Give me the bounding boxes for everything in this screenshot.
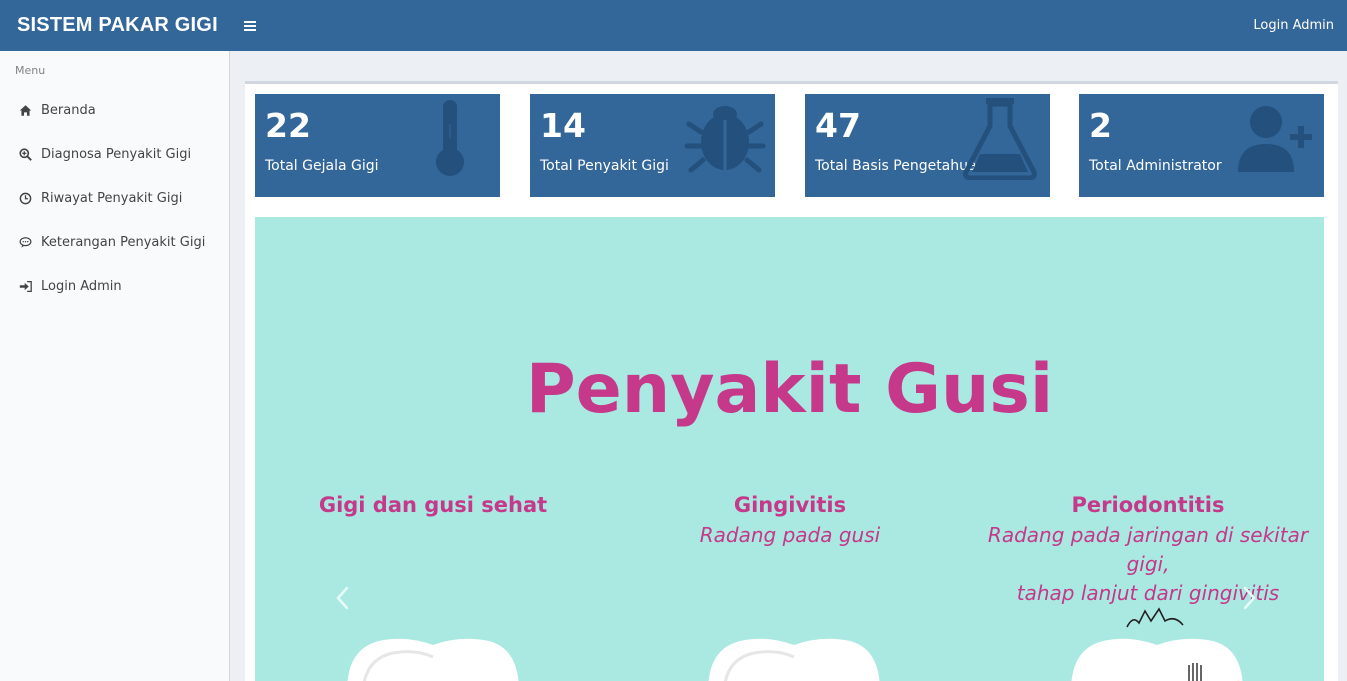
stat-box-basis-pengetahuan[interactable]: 47 Total Basis Pengetahuan bbox=[805, 94, 1050, 197]
sidebar-item-beranda[interactable]: Beranda bbox=[0, 88, 229, 132]
bug-icon bbox=[684, 106, 766, 173]
image-carousel: Penyakit Gusi Gigi dan gusi sehat Gingiv… bbox=[255, 217, 1324, 681]
sidebar-item-diagnosa[interactable]: Diagnosa Penyakit Gigi bbox=[0, 132, 229, 176]
sidebar-item-label: Beranda bbox=[41, 102, 96, 118]
sidebar: Menu Beranda Diagnosa Penyakit Gigi Riwa… bbox=[0, 51, 230, 681]
slide-column-heading: Periodontitis bbox=[1071, 493, 1225, 517]
clock-icon bbox=[18, 191, 32, 205]
stat-box-administrator[interactable]: 2 Total Administrator bbox=[1079, 94, 1324, 197]
stat-label: Total Gejala Gigi bbox=[265, 158, 379, 174]
sidebar-item-label: Login Admin bbox=[41, 278, 122, 294]
sidebar-item-login-admin[interactable]: Login Admin bbox=[0, 264, 229, 308]
slide-column-heading: Gigi dan gusi sehat bbox=[318, 493, 548, 517]
stat-value: 22 bbox=[265, 106, 311, 145]
sidebar-item-label: Diagnosa Penyakit Gigi bbox=[41, 146, 192, 162]
flask-icon bbox=[963, 98, 1037, 180]
sidebar-toggle-button[interactable] bbox=[230, 0, 270, 51]
sign-in-icon bbox=[18, 279, 32, 293]
slide-column-description: Radang pada gusi bbox=[699, 523, 881, 547]
sidebar-item-label: Keterangan Penyakit Gigi bbox=[41, 234, 206, 250]
slide-column-gingivitis: Gingivitis Radang pada gusi bbox=[670, 493, 910, 550]
header-login-link[interactable]: Login Admin bbox=[1253, 18, 1347, 33]
healthy-tooth-illustration bbox=[347, 638, 519, 681]
slide-column-heading: Gingivitis bbox=[733, 493, 847, 517]
stat-value: 14 bbox=[540, 106, 586, 145]
stat-box-gejala[interactable]: 22 Total Gejala Gigi bbox=[255, 94, 500, 197]
sidebar-item-riwayat[interactable]: Riwayat Penyakit Gigi bbox=[0, 176, 229, 220]
stat-label: Total Penyakit Gigi bbox=[540, 158, 669, 174]
periodontitis-tooth-illustration bbox=[1071, 607, 1243, 681]
sidebar-item-label: Riwayat Penyakit Gigi bbox=[41, 190, 183, 206]
sidebar-menu-header: Menu bbox=[15, 64, 46, 77]
slide-column-sehat: Gigi dan gusi sehat bbox=[315, 493, 551, 517]
sidebar-item-keterangan[interactable]: Keterangan Penyakit Gigi bbox=[0, 220, 229, 264]
stat-value: 47 bbox=[815, 106, 861, 145]
comment-icon bbox=[18, 235, 32, 249]
slide-column-description-line1: Radang pada jaringan di sekitar gigi, bbox=[987, 523, 1309, 576]
main-content: 22 Total Gejala Gigi 14 Total Penyakit G… bbox=[231, 51, 1347, 681]
hamburger-icon bbox=[244, 20, 256, 31]
slide-column-periodontitis: Periodontitis Radang pada jaringan di se… bbox=[973, 493, 1323, 608]
thermometer-icon bbox=[436, 100, 464, 176]
stat-label: Total Administrator bbox=[1089, 158, 1222, 174]
slide-title: Penyakit Gusi bbox=[525, 350, 1054, 429]
gingivitis-tooth-illustration bbox=[708, 638, 880, 681]
home-icon bbox=[18, 103, 32, 117]
top-navbar: SISTEM PAKAR GIGI Login Admin bbox=[0, 0, 1347, 51]
app-brand[interactable]: SISTEM PAKAR GIGI bbox=[0, 0, 230, 51]
user-plus-icon bbox=[1238, 106, 1312, 172]
stat-box-penyakit[interactable]: 14 Total Penyakit Gigi bbox=[530, 94, 775, 197]
search-plus-icon bbox=[18, 147, 32, 161]
stat-value: 2 bbox=[1089, 106, 1112, 145]
dashboard-box: 22 Total Gejala Gigi 14 Total Penyakit G… bbox=[245, 81, 1338, 681]
carousel-prev-arrow-icon[interactable] bbox=[333, 585, 353, 611]
